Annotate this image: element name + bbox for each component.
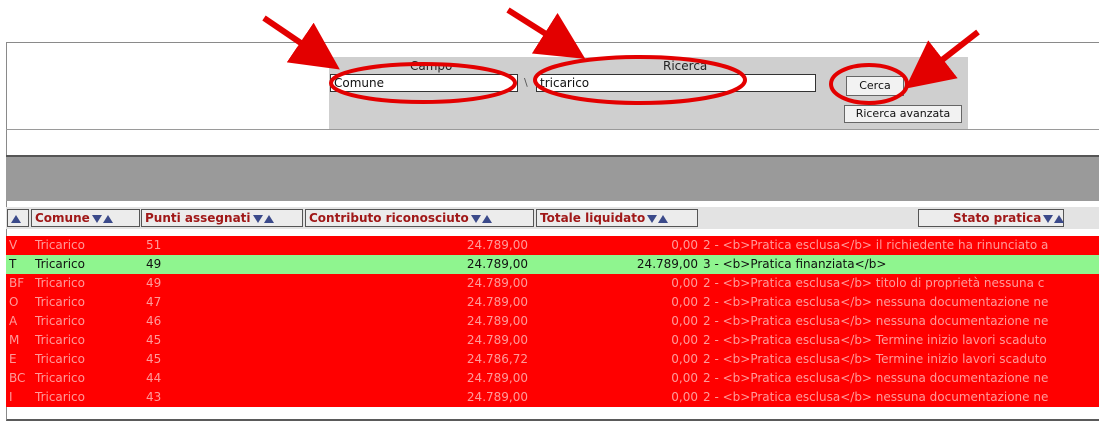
highlight-ricerca-icon (533, 55, 747, 105)
arrow-cerca-icon (905, 29, 980, 89)
arrow-ricerca-icon (506, 7, 586, 59)
highlight-campo-icon (329, 62, 517, 104)
annotation-layer (262, 7, 980, 105)
highlight-cerca-icon (829, 63, 909, 105)
arrow-campo-icon (262, 15, 340, 70)
